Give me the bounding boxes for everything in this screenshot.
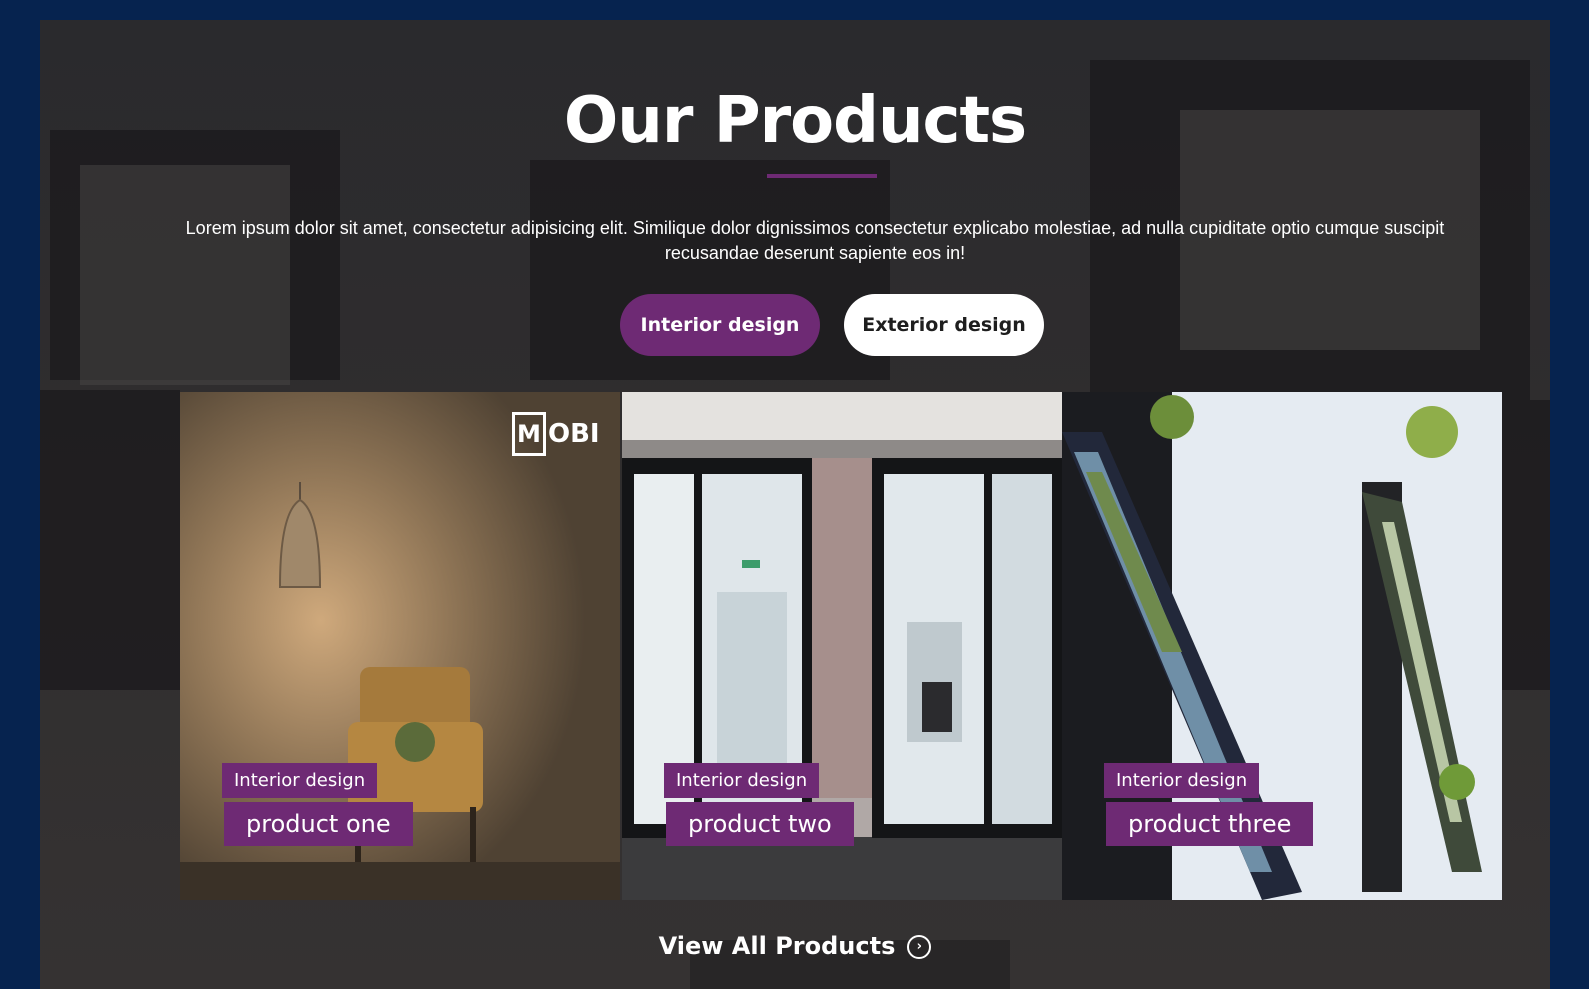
logo-text: OBI bbox=[548, 419, 600, 449]
product-card[interactable]: M OBI Interior design product one bbox=[180, 392, 620, 900]
view-all-products-link[interactable]: View All Products › bbox=[40, 932, 1550, 960]
title-underline bbox=[767, 174, 877, 178]
product-category: Interior design bbox=[664, 763, 820, 798]
background-wall bbox=[40, 390, 180, 690]
section-title: Our Products bbox=[563, 84, 1027, 158]
tab-exterior-design[interactable]: Exterior design bbox=[844, 294, 1044, 356]
product-name[interactable]: product one bbox=[224, 802, 413, 846]
tab-interior-design[interactable]: Interior design bbox=[620, 294, 820, 356]
product-name[interactable]: product two bbox=[666, 802, 854, 846]
product-card[interactable]: Interior design product three bbox=[1062, 392, 1502, 900]
logo-letter: M bbox=[512, 412, 546, 456]
products-section: Our Products Lorem ipsum dolor sit amet,… bbox=[40, 20, 1550, 989]
product-card[interactable]: Interior design product two bbox=[622, 392, 1062, 900]
background-panel bbox=[80, 165, 290, 385]
brand-logo: M OBI bbox=[512, 412, 600, 456]
view-all-label[interactable]: View All Products bbox=[659, 932, 896, 960]
arrow-right-circle-icon: › bbox=[907, 935, 932, 959]
product-category: Interior design bbox=[1104, 763, 1260, 798]
background-wall bbox=[1500, 400, 1550, 690]
product-name[interactable]: product three bbox=[1106, 802, 1314, 846]
product-category: Interior design bbox=[222, 763, 378, 798]
section-description: Lorem ipsum dolor sit amet, consectetur … bbox=[185, 218, 1445, 263]
